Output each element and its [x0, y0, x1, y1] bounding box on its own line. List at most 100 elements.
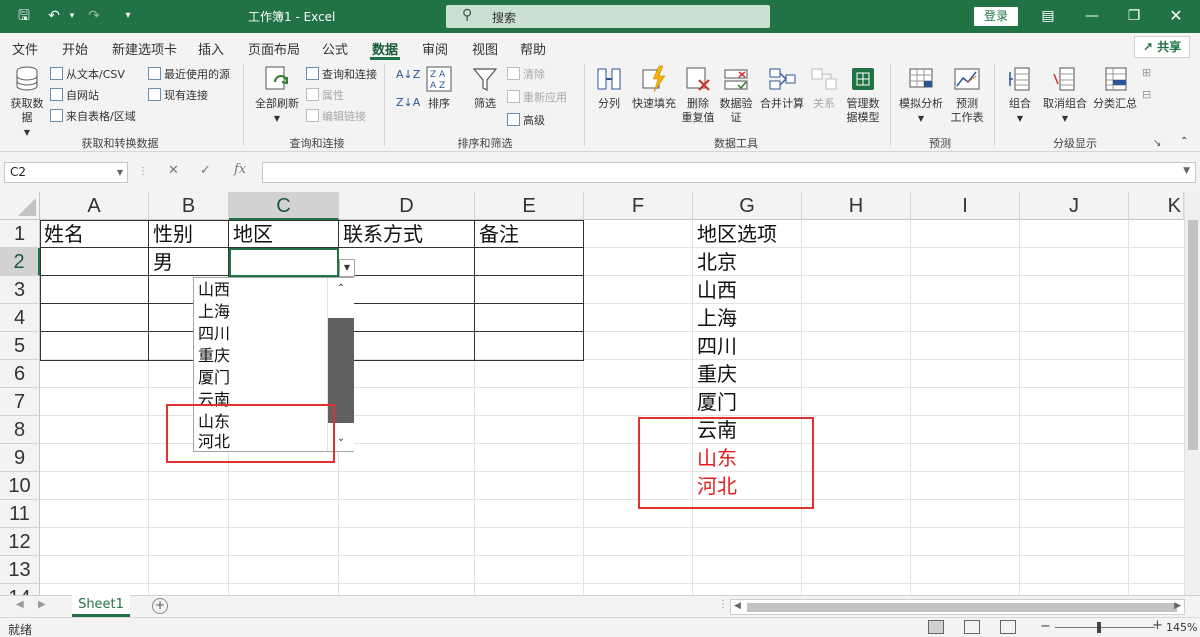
list-item[interactable]: 四川	[198, 323, 230, 344]
tab-insert[interactable]: 插入	[198, 39, 224, 58]
existing-connections-button[interactable]: 现有连接	[148, 87, 208, 103]
formula-input[interactable]: ▼	[262, 162, 1196, 183]
column-header-k[interactable]: K	[1129, 192, 1184, 220]
clear-filter-button[interactable]: 清除	[507, 66, 545, 82]
from-table-button[interactable]: 来自表格/区域	[50, 108, 136, 124]
tab-review[interactable]: 审阅	[422, 39, 448, 58]
from-text-csv-button[interactable]: 从文本/CSV	[50, 66, 125, 82]
cell-d1[interactable]: 联系方式	[339, 220, 423, 248]
customize-toolbar-icon[interactable]: ▾	[118, 6, 138, 26]
row-header-9[interactable]: 9	[0, 444, 40, 472]
scrollbar-thumb[interactable]	[747, 603, 1177, 612]
cell-a1[interactable]: 姓名	[40, 220, 84, 248]
tab-page-layout[interactable]: 页面布局	[248, 39, 300, 58]
tab-help[interactable]: 帮助	[520, 39, 546, 58]
from-web-button[interactable]: 自网站	[50, 87, 99, 103]
restore-icon[interactable]: ❐	[1124, 6, 1144, 26]
ribbon-display-options-icon[interactable]: ▤	[1038, 6, 1058, 26]
properties-button[interactable]: 属性	[306, 87, 344, 103]
column-header-i[interactable]: I	[911, 192, 1020, 220]
page-layout-view-button[interactable]	[964, 620, 980, 634]
search-box[interactable]: ⚲ 搜索	[446, 5, 770, 28]
show-detail-icon[interactable]: ⊞	[1142, 66, 1151, 79]
row-header-14[interactable]: 14	[0, 584, 40, 595]
row-header-1[interactable]: 1	[0, 220, 40, 248]
row-header-5[interactable]: 5	[0, 332, 40, 360]
scroll-right-icon[interactable]: ▶	[1174, 601, 1181, 611]
hide-detail-icon[interactable]: ⊟	[1142, 88, 1151, 101]
tab-home[interactable]: 开始	[62, 39, 88, 58]
row-header-3[interactable]: 3	[0, 276, 40, 304]
row-header-4[interactable]: 4	[0, 304, 40, 332]
what-if-analysis-button[interactable]: 模拟分析 ▼	[896, 64, 946, 126]
worksheet-grid[interactable]: A B C D E F G H I J K 1 2 3 4 5 6 7 8 9 …	[0, 192, 1200, 595]
data-validation-button[interactable]: 数据验 证	[718, 64, 754, 125]
expand-formula-icon[interactable]: ▼	[1183, 166, 1190, 176]
cell-g5[interactable]: 四川	[693, 332, 737, 360]
share-button[interactable]: ↗ 共享	[1134, 36, 1190, 58]
sort-button[interactable]: Z A A Z 排序	[422, 64, 456, 111]
collapse-ribbon-icon[interactable]: ⌃	[1180, 136, 1188, 147]
manage-data-model-button[interactable]: 管理数 据模型	[842, 64, 884, 125]
cell-b1[interactable]: 性别	[149, 220, 193, 248]
page-break-view-button[interactable]	[1000, 620, 1016, 634]
refresh-all-button[interactable]: 全部刷新 ▼	[252, 64, 302, 126]
zoom-slider-knob[interactable]	[1097, 622, 1101, 633]
row-header-6[interactable]: 6	[0, 360, 40, 388]
queries-connections-button[interactable]: 查询和连接	[306, 66, 377, 82]
flash-fill-button[interactable]: 快速填充	[630, 64, 678, 111]
zoom-in-button[interactable]: +	[1152, 618, 1163, 633]
column-header-j[interactable]: J	[1020, 192, 1129, 220]
cell-g6[interactable]: 重庆	[693, 360, 737, 388]
cell-g2[interactable]: 北京	[693, 248, 737, 276]
row-header-11[interactable]: 11	[0, 500, 40, 528]
minimize-icon[interactable]: —	[1082, 6, 1102, 26]
tab-view[interactable]: 视图	[472, 39, 498, 58]
group-button[interactable]: 组合 ▼	[1004, 64, 1036, 126]
undo-dropdown-icon[interactable]: ▾	[62, 6, 82, 26]
column-header-d[interactable]: D	[339, 192, 475, 220]
cell-g3[interactable]: 山西	[693, 276, 737, 304]
advanced-filter-button[interactable]: 高级	[507, 112, 545, 128]
cell-g1[interactable]: 地区选项	[693, 220, 777, 248]
select-all-corner[interactable]	[0, 192, 40, 220]
ungroup-button[interactable]: 取消组合 ▼	[1040, 64, 1090, 126]
scroll-left-icon[interactable]: ◀	[734, 601, 741, 611]
row-header-8[interactable]: 8	[0, 416, 40, 444]
next-sheet-icon[interactable]: ▶	[38, 599, 46, 610]
list-item[interactable]: 上海	[198, 301, 230, 322]
insert-function-icon[interactable]: fx	[234, 162, 246, 177]
edit-links-button[interactable]: 编辑链接	[306, 108, 366, 124]
column-header-h[interactable]: H	[802, 192, 911, 220]
prev-sheet-icon[interactable]: ◀	[16, 599, 24, 610]
login-button[interactable]: 登录	[974, 7, 1018, 26]
cancel-icon[interactable]: ✕	[168, 163, 179, 178]
cell-g7[interactable]: 厦门	[693, 388, 737, 416]
save-icon[interactable]: 🖫	[14, 6, 34, 26]
remove-duplicates-button[interactable]: 删除 重复值	[680, 64, 716, 125]
row-header-10[interactable]: 10	[0, 472, 40, 500]
column-header-g[interactable]: G	[693, 192, 802, 220]
consolidate-button[interactable]: 合并计算	[758, 64, 806, 111]
dropdown-arrow-button[interactable]: ▼	[339, 259, 355, 277]
list-item[interactable]: 山西	[198, 279, 230, 300]
sheet-tab-sheet1[interactable]: Sheet1	[72, 595, 130, 617]
column-header-f[interactable]: F	[584, 192, 693, 220]
row-header-12[interactable]: 12	[0, 528, 40, 556]
tab-file[interactable]: 文件	[12, 39, 38, 58]
relationships-button[interactable]: 关系	[808, 64, 840, 111]
subtotal-button[interactable]: 分类汇总	[1092, 64, 1138, 111]
redo-icon[interactable]: ↷	[84, 6, 104, 26]
splitter-icon[interactable]: ⋮	[138, 166, 148, 177]
reapply-button[interactable]: 重新应用	[507, 89, 567, 105]
vertical-scrollbar[interactable]	[1184, 192, 1200, 595]
add-sheet-button[interactable]: +	[152, 598, 168, 614]
forecast-sheet-button[interactable]: 预测 工作表	[948, 64, 986, 125]
chevron-down-icon[interactable]: ▼	[117, 163, 123, 182]
column-header-e[interactable]: E	[475, 192, 584, 220]
row-header-7[interactable]: 7	[0, 388, 40, 416]
active-cell-c2[interactable]	[229, 248, 339, 277]
tab-split-handle-icon[interactable]: ⋮	[718, 599, 728, 610]
zoom-out-button[interactable]: −	[1040, 619, 1051, 634]
name-box[interactable]: C2 ▼	[4, 162, 128, 183]
